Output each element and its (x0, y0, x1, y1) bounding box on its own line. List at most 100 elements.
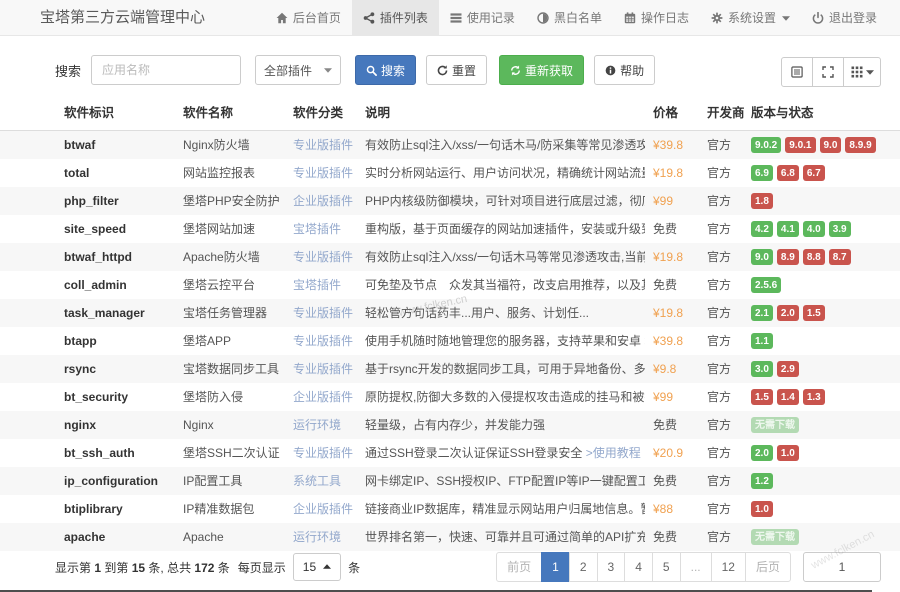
version-badge[interactable]: 1.4 (777, 389, 799, 405)
cell-versions: 无需下载 (743, 523, 900, 551)
version-badge[interactable]: 6.8 (777, 165, 799, 181)
version-badge[interactable]: 2.0 (751, 445, 773, 461)
nav-item-home[interactable]: 后台首页 (265, 0, 352, 35)
nav-item-plugins[interactable]: 插件列表 (352, 0, 439, 35)
version-badge[interactable]: 8.9 (777, 249, 799, 265)
cell-software-name: 堡塔PHP安全防护 (175, 187, 285, 215)
description-link[interactable]: >使用教程 (586, 446, 641, 460)
category-link[interactable]: 企业版插件 (293, 502, 353, 516)
version-badge[interactable]: 2.0 (777, 305, 799, 321)
category-link[interactable]: 专业版插件 (293, 334, 353, 348)
version-badge[interactable]: 1.1 (751, 333, 773, 349)
version-badge[interactable]: 9.0 (820, 137, 842, 153)
version-badge[interactable]: 8.7 (829, 249, 851, 265)
cell-developer: 官方 (699, 159, 743, 187)
page-button[interactable]: 12 (711, 552, 746, 582)
next-page-button[interactable]: 后页 (745, 552, 791, 582)
nav-item-logout[interactable]: 退出登录 (801, 0, 888, 35)
nav-item-settings[interactable]: 系统设置 (700, 0, 801, 35)
version-badge[interactable]: 6.7 (803, 165, 825, 181)
version-badge[interactable]: 8.9.9 (845, 137, 875, 153)
category-link[interactable]: 企业版插件 (293, 194, 353, 208)
cell-category: 专业版插件 (285, 243, 357, 271)
category-link[interactable]: 专业版插件 (293, 250, 353, 264)
table-row: bt_ssh_auth堡塔SSH二次认证专业版插件通过SSH登录二次认证保证SS… (0, 439, 900, 467)
column-header: 价格 (645, 94, 699, 131)
chevron-down-icon (782, 14, 790, 22)
nav-item-records[interactable]: 使用记录 (439, 0, 526, 35)
refetch-button[interactable]: 重新获取 (499, 55, 584, 85)
version-badge[interactable]: 1.3 (803, 389, 825, 405)
version-badge[interactable]: 6.9 (751, 165, 773, 181)
search-input[interactable] (91, 55, 241, 85)
table-row: nginxNginx运行环境轻量级，占有内存少，并发能力强免费官方无需下载 (0, 411, 900, 439)
category-link[interactable]: 专业版插件 (293, 138, 353, 152)
version-badge[interactable]: 2.5.6 (751, 277, 781, 293)
cell-description: 可免垫及节点 众发其当福符，改支启用推荐，以及其... (357, 271, 645, 299)
version-badge[interactable]: 8.8 (803, 249, 825, 265)
plugin-icon (363, 12, 375, 24)
version-badge[interactable]: 9.0.1 (785, 137, 815, 153)
nav-item-blacklist[interactable]: 黑白名单 (526, 0, 613, 35)
table-body: btwafNginx防火墙专业版插件有效防止sql注入/xss/一句话木马/防采… (0, 131, 900, 551)
version-badge[interactable]: 1.5 (803, 305, 825, 321)
cell-category: 专业版插件 (285, 327, 357, 355)
category-link[interactable]: 专业版插件 (293, 306, 353, 320)
table-header-row: 软件标识软件名称软件分类说明价格开发商版本与状态 (0, 94, 900, 131)
version-badge[interactable]: 4.0 (803, 221, 825, 237)
top-navbar: 宝塔第三方云端管理中心 后台首页 插件列表使用记录黑白名单操作日志系统设置退出登录 (0, 0, 900, 36)
page-size-select[interactable]: 15 (293, 553, 341, 581)
page-button[interactable]: 3 (597, 552, 626, 582)
version-badge[interactable]: 4.1 (777, 221, 799, 237)
page-button[interactable]: 4 (624, 552, 653, 582)
cell-versions: 1.51.41.3 (743, 383, 900, 411)
fullscreen-button[interactable] (812, 57, 844, 87)
category-link[interactable]: 系统工具 (293, 474, 341, 488)
category-link[interactable]: 专业版插件 (293, 362, 353, 376)
page-button[interactable]: 2 (569, 552, 598, 582)
category-link[interactable]: 运行环境 (293, 530, 341, 544)
cell-developer: 官方 (699, 215, 743, 243)
reset-button[interactable]: 重置 (426, 55, 487, 85)
category-link[interactable]: 企业版插件 (293, 390, 353, 404)
version-badge[interactable]: 4.2 (751, 221, 773, 237)
version-badge[interactable]: 1.0 (751, 501, 773, 517)
cell-versions: 6.96.86.7 (743, 159, 900, 187)
cell-description: 世界排名第一，快速、可靠并且可通过简单的API扩充 (357, 523, 645, 551)
page-button[interactable]: 1 (541, 552, 570, 582)
cell-category: 专业版插件 (285, 439, 357, 467)
version-badge[interactable]: 3.9 (829, 221, 851, 237)
cell-software-id: bt_ssh_auth (0, 439, 175, 467)
category-link[interactable]: 运行环境 (293, 418, 341, 432)
nav-item-logs[interactable]: 操作日志 (613, 0, 700, 35)
version-badge[interactable]: 2.9 (777, 361, 799, 377)
version-badge[interactable]: 1.2 (751, 473, 773, 489)
page-button[interactable]: 5 (652, 552, 681, 582)
page-jump-input[interactable] (803, 552, 881, 582)
search-button[interactable]: 搜索 (355, 55, 416, 85)
version-badge[interactable]: 9.0.2 (751, 137, 781, 153)
cell-developer: 官方 (699, 523, 743, 551)
category-link[interactable]: 宝塔插件 (293, 278, 341, 292)
prev-page-button[interactable]: 前页 (496, 552, 542, 582)
columns-icon (851, 66, 863, 78)
version-badge[interactable]: 3.0 (751, 361, 773, 377)
category-link[interactable]: 专业版插件 (293, 446, 353, 460)
help-button[interactable]: 帮助 (594, 55, 655, 85)
category-link[interactable]: 专业版插件 (293, 166, 353, 180)
category-select[interactable]: 全部插件 (255, 55, 341, 85)
toggle-view-button[interactable] (781, 57, 813, 87)
version-badge[interactable]: 1.8 (751, 193, 773, 209)
version-badge[interactable]: 1.5 (751, 389, 773, 405)
nav-item-label: 插件列表 (380, 9, 428, 26)
gear-icon (711, 12, 723, 24)
info-icon (605, 65, 616, 76)
columns-button[interactable] (843, 57, 881, 87)
version-badge[interactable]: 2.1 (751, 305, 773, 321)
app-title: 宝塔第三方云端管理中心 (40, 0, 205, 35)
cell-description: 使用手机随时随地管理您的服务器，支持苹果和安卓 > 组... (357, 327, 645, 355)
version-badge[interactable]: 1.0 (777, 445, 799, 461)
cell-developer: 官方 (699, 131, 743, 159)
version-badge[interactable]: 9.0 (751, 249, 773, 265)
category-link[interactable]: 宝塔插件 (293, 222, 341, 236)
